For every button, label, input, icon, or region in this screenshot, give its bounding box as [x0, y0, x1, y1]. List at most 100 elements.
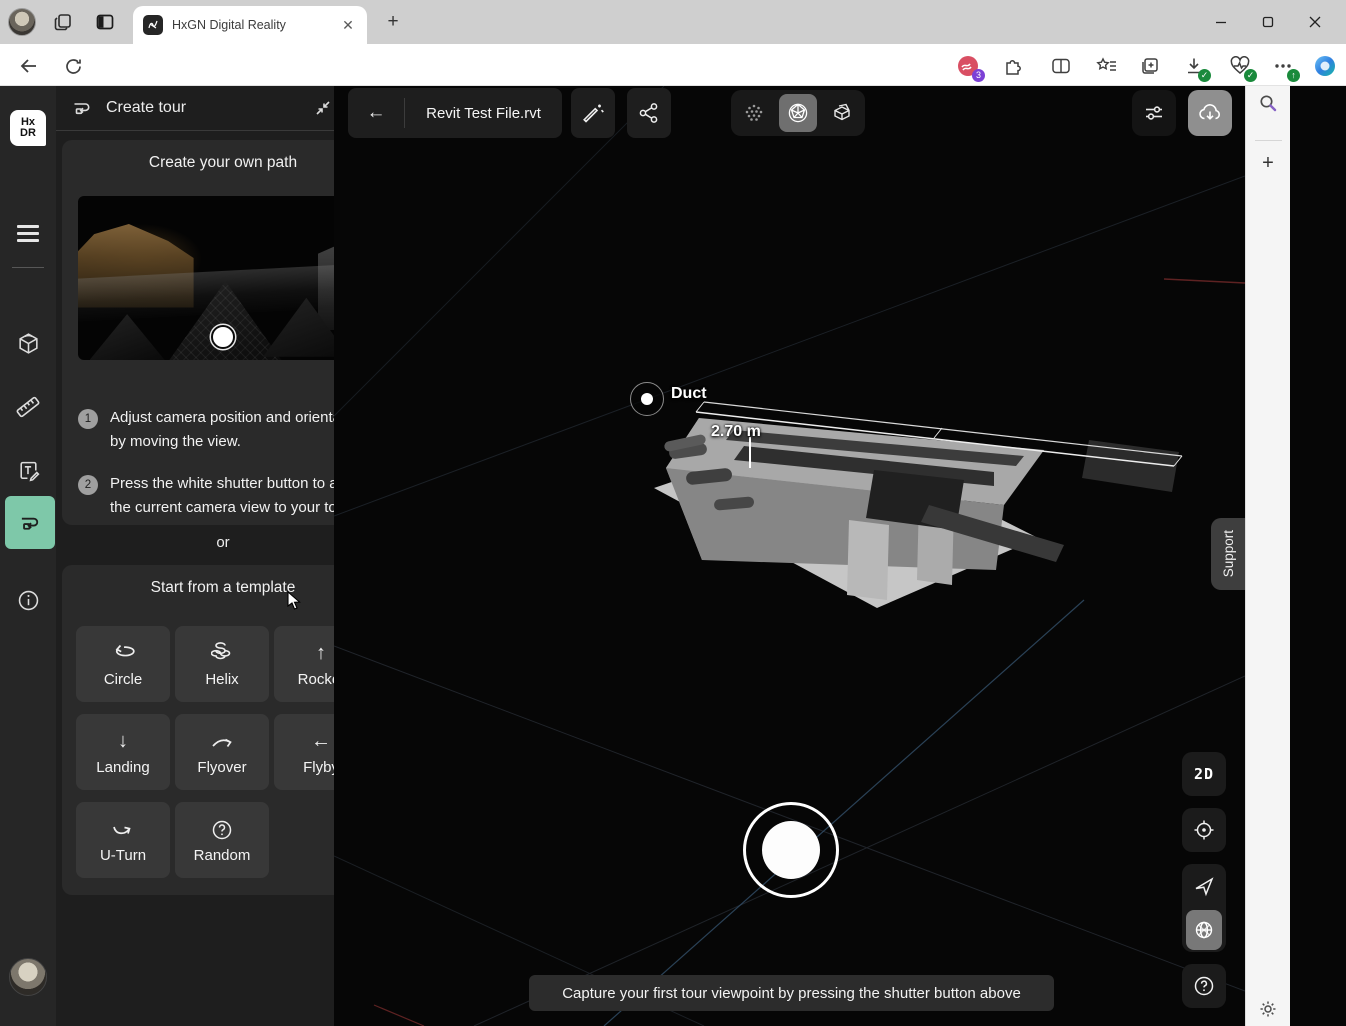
step-1-number: 1 [78, 409, 98, 429]
navigation-mode-group [1182, 864, 1226, 952]
duct-annotation-marker[interactable] [630, 382, 664, 416]
template-landing-button[interactable]: ↓ Landing [76, 714, 170, 790]
annotation-label[interactable]: Duct [671, 385, 707, 403]
app-region: HxDR Create tour [0, 86, 1346, 1026]
measurement-label: 2.70 m [711, 423, 761, 441]
tour-preview-thumbnail [78, 196, 367, 360]
template-label: U-Turn [100, 847, 146, 864]
template-grid: Circle Helix ↑ Rocket ↓ Landing [76, 626, 368, 878]
point-cloud-mode-button[interactable] [735, 94, 773, 132]
sidebar-item-annotate[interactable] [15, 458, 41, 484]
capture-hint-toast: Capture your first tour viewpoint by pre… [529, 975, 1054, 1011]
template-label: Circle [104, 671, 142, 688]
flyover-arc-icon [209, 729, 235, 755]
browser-profile-avatar[interactable] [8, 8, 36, 36]
file-toolbar: ← Revit Test File.rvt [348, 88, 562, 138]
step-2-text: Press the white shutter button to add th… [110, 472, 368, 520]
shutter-button[interactable] [743, 802, 839, 898]
template-label: Random [194, 847, 251, 864]
help-button[interactable] [1182, 964, 1226, 1008]
edge-sidebar: + [1245, 86, 1290, 1026]
back-icon[interactable] [17, 54, 41, 78]
thumbnail-shutter-dot [211, 325, 235, 349]
split-screen-icon[interactable] [1048, 53, 1074, 79]
template-circle-button[interactable]: Circle [76, 626, 170, 702]
sidebar-add-icon[interactable]: + [1257, 152, 1279, 174]
profile-extension-icon[interactable]: 3 [955, 53, 981, 79]
download-button[interactable] [1188, 90, 1232, 136]
magic-wand-button[interactable] [571, 88, 615, 138]
model-mode-button[interactable] [823, 94, 861, 132]
app-sidebar: HxDR [0, 86, 56, 1026]
orbit-navigation-button-active[interactable] [1186, 910, 1222, 950]
sidebar-item-info[interactable] [15, 587, 41, 613]
back-to-assets-icon[interactable]: ← [348, 102, 404, 124]
screen: HxGN Digital Reality ✕ + https://reality… [0, 0, 1346, 1026]
template-random-button[interactable]: Random [175, 802, 269, 878]
hxdr-favicon [143, 15, 163, 35]
template-helix-button[interactable]: Helix [175, 626, 269, 702]
sidebar-settings-gear-icon[interactable] [1257, 998, 1279, 1020]
collapse-icon[interactable] [310, 95, 336, 121]
extensions-puzzle-icon[interactable] [1000, 53, 1026, 79]
display-settings-button[interactable] [1132, 90, 1176, 136]
tab-title: HxGN Digital Reality [172, 18, 339, 32]
down-arrow-icon: ↓ [118, 729, 128, 755]
uturn-arrow-icon [110, 817, 136, 843]
left-arrow-icon: ← [311, 729, 331, 755]
file-name: Revit Test File.rvt [405, 105, 562, 122]
step-1-text: Adjust camera position and orientation b… [110, 406, 368, 454]
tab-close-icon[interactable]: ✕ [339, 16, 357, 34]
user-avatar[interactable] [9, 958, 47, 996]
question-circle-icon [210, 817, 234, 843]
step-2-number: 2 [78, 475, 98, 495]
copilot-icon[interactable] [1312, 53, 1338, 79]
share-button[interactable] [627, 88, 671, 138]
template-label: Flyover [197, 759, 246, 776]
sidebar-item-models[interactable] [15, 330, 41, 356]
edge-sidebar-divider [1255, 140, 1282, 141]
template-uturn-button[interactable]: U-Turn [76, 802, 170, 878]
browser-toolbar: https://realitycloudstudio.hxdr.app/asse… [0, 44, 1346, 86]
sidebar-search-icon[interactable] [1257, 92, 1279, 114]
logo-line2: DR [20, 128, 36, 139]
downloads-icon[interactable]: ✓ [1181, 53, 1207, 79]
hxdr-logo[interactable]: HxDR [10, 110, 46, 146]
3d-viewport[interactable]: ← Revit Test File.rvt [334, 86, 1245, 1026]
mouse-cursor [286, 591, 304, 611]
extension-badge: 3 [972, 69, 985, 82]
support-tab[interactable]: Support [1211, 518, 1245, 590]
2d-label: 2D [1194, 765, 1214, 783]
favorites-bar-icon[interactable] [1093, 53, 1119, 79]
fly-navigation-button[interactable] [1193, 864, 1215, 908]
2d-view-button[interactable]: 2D [1182, 752, 1226, 796]
sidebar-divider [12, 267, 44, 268]
settings-more-icon[interactable]: ↑ [1270, 53, 1296, 79]
template-label: Landing [96, 759, 149, 776]
sidebar-item-tour-active[interactable] [5, 496, 55, 549]
browser-tabstrip: HxGN Digital Reality ✕ + [0, 0, 1346, 44]
helix-icon [211, 641, 233, 667]
update-badge: ↑ [1287, 69, 1300, 82]
template-flyover-button[interactable]: Flyover [175, 714, 269, 790]
workspaces-icon[interactable] [52, 11, 74, 33]
mesh-mode-button-active[interactable] [779, 94, 817, 132]
browser-tab[interactable]: HxGN Digital Reality ✕ [133, 6, 367, 44]
support-label: Support [1221, 530, 1236, 577]
template-label: Helix [205, 671, 238, 688]
window-close-button[interactable] [1300, 8, 1330, 36]
locate-button[interactable] [1182, 808, 1226, 852]
window-maximize-button[interactable] [1253, 8, 1283, 36]
new-tab-button[interactable]: + [382, 11, 404, 33]
window-minimize-button[interactable] [1206, 8, 1236, 36]
collections-icon[interactable] [1137, 53, 1163, 79]
circle-path-icon [110, 641, 136, 667]
menu-icon[interactable] [17, 225, 39, 242]
refresh-icon[interactable] [61, 54, 85, 78]
browser-essentials-icon[interactable]: ✓ [1227, 53, 1253, 79]
tab-actions-icon[interactable] [94, 11, 116, 33]
essentials-check-badge: ✓ [1244, 69, 1257, 82]
panel-title: Create tour [106, 99, 310, 117]
sidebar-item-measure[interactable] [15, 394, 41, 420]
downloads-check-badge: ✓ [1198, 69, 1211, 82]
